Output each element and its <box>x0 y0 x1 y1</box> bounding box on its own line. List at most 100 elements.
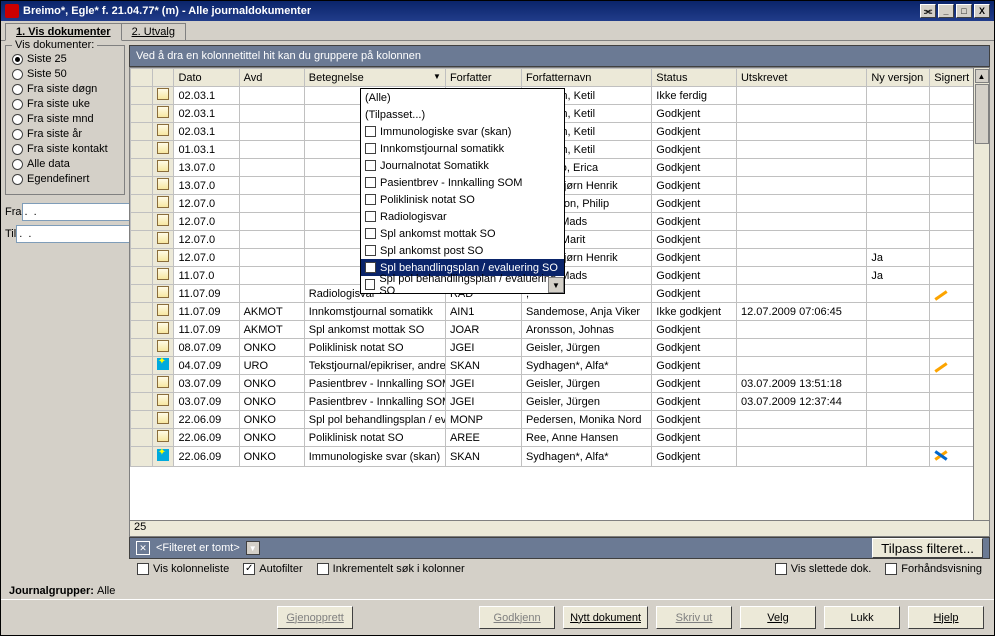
radio-alle-data[interactable]: Alle data <box>12 158 118 170</box>
skriv-ut-button[interactable]: Skriv ut <box>656 606 732 629</box>
document-icon <box>157 250 169 262</box>
row-indicator <box>131 285 153 303</box>
document-icon <box>157 214 169 226</box>
cell-utskrevet <box>736 429 866 447</box>
filter-option[interactable]: Journalnotat Somatikk <box>361 157 564 174</box>
table-row[interactable]: 03.07.09ONKOPasientbrev - Innkalling SOM… <box>131 393 989 411</box>
column-header-Ny versjon[interactable]: Ny versjon <box>867 69 930 87</box>
tilpass-filter-button[interactable]: Tilpass filteret... <box>872 538 983 558</box>
maximize-button[interactable]: □ <box>956 4 972 18</box>
table-row[interactable]: 11.07.09AKMOTSpl ankomst mottak SOJOARAr… <box>131 321 989 339</box>
cell-dato: 22.06.09 <box>174 411 239 429</box>
row-icon-cell <box>152 411 174 429</box>
radio-fra-siste-kontakt[interactable]: Fra siste kontakt <box>12 143 118 155</box>
cell-betegnelse: Spl ankomst mottak SO <box>304 321 445 339</box>
chk-autofilter[interactable]: ✓Autofilter <box>243 563 302 575</box>
table-row[interactable]: 22.06.09ONKOImmunologiske svar (skan)SKA… <box>131 447 989 467</box>
column-header-Forfatter[interactable]: Forfatter <box>445 69 521 87</box>
table-row[interactable]: 03.07.09ONKOPasientbrev - Innkalling SOM… <box>131 375 989 393</box>
group-by-bar[interactable]: Ved å dra en kolonnetittel hit kan du gr… <box>129 45 990 67</box>
cell-nyversjon <box>867 105 930 123</box>
filter-option[interactable]: Spl ankomst post SO <box>361 242 564 259</box>
radio-siste-25[interactable]: Siste 25 <box>12 53 118 65</box>
filter-dropdown-button[interactable]: ▼ <box>246 541 260 555</box>
chk-inkrementelt[interactable]: Inkrementelt søk i kolonner <box>317 563 465 575</box>
column-header-blank1[interactable] <box>152 69 174 87</box>
column-header-Status[interactable]: Status <box>652 69 737 87</box>
cell-nyversjon <box>867 177 930 195</box>
lukk-button[interactable]: Lukk <box>824 606 900 629</box>
filter-option[interactable]: (Alle) <box>361 89 564 106</box>
cell-utskrevet <box>736 141 866 159</box>
godkjenn-button[interactable]: Godkjenn <box>479 606 555 629</box>
close-button[interactable]: X <box>974 4 990 18</box>
column-header-Avd[interactable]: Avd <box>239 69 304 87</box>
table-row[interactable]: 04.07.09UROTekstjournal/epikriser, andre… <box>131 357 989 375</box>
row-icon-cell <box>152 393 174 411</box>
radio-fra-siste-r[interactable]: Fra siste år <box>12 128 118 140</box>
table-row[interactable]: 11.07.09AKMOTInnkomstjournal somatikkAIN… <box>131 303 989 321</box>
cell-status: Godkjent <box>652 159 737 177</box>
column-header-Forfatternavn[interactable]: Forfatternavn <box>521 69 651 87</box>
scroll-up-button[interactable]: ▲ <box>975 69 989 83</box>
hjelp-button[interactable]: Hjelp <box>908 606 984 629</box>
minimize-button[interactable]: _ <box>938 4 954 18</box>
column-header-blank0[interactable] <box>131 69 153 87</box>
radio-fra-siste-d-gn[interactable]: Fra siste døgn <box>12 83 118 95</box>
table-row[interactable]: 22.06.09ONKOPoliklinisk notat SOAREERee,… <box>131 429 989 447</box>
radio-siste-50[interactable]: Siste 50 <box>12 68 118 80</box>
pencil-icon <box>935 290 948 300</box>
column-header-Betegnelse[interactable]: Betegnelse▼ <box>304 69 445 87</box>
cell-nyversjon: Ja <box>867 249 930 267</box>
cell-status: Godkjent <box>652 177 737 195</box>
betegnelse-filter-dropdown[interactable]: (Alle)(Tilpasset...)Immunologiske svar (… <box>360 88 565 294</box>
cell-nyversjon <box>867 303 930 321</box>
cell-utskrevet <box>736 213 866 231</box>
row-indicator <box>131 393 153 411</box>
filter-arrow-icon[interactable]: ▼ <box>433 72 441 81</box>
filter-close-button[interactable]: ✕ <box>136 541 150 555</box>
row-indicator <box>131 159 153 177</box>
gjenopprett-button[interactable]: Gjenopprett <box>277 606 353 629</box>
cell-utskrevet <box>736 177 866 195</box>
filter-option[interactable]: Radiologisvar <box>361 208 564 225</box>
scroll-thumb[interactable] <box>975 84 989 144</box>
cell-dato: 04.07.09 <box>174 357 239 375</box>
cell-dato: 12.07.0 <box>174 231 239 249</box>
checkbox-icon <box>365 262 376 273</box>
filter-option[interactable]: Pasientbrev - Innkalling SOM <box>361 174 564 191</box>
column-header-Dato[interactable]: Dato <box>174 69 239 87</box>
radio-fra-siste-mnd[interactable]: Fra siste mnd <box>12 113 118 125</box>
row-icon-cell <box>152 249 174 267</box>
filter-option[interactable]: Immunologiske svar (skan) <box>361 123 564 140</box>
radio-egendefinert[interactable]: Egendefinert <box>12 173 118 185</box>
radio-fra-siste-uke[interactable]: Fra siste uke <box>12 98 118 110</box>
cell-nyversjon <box>867 231 930 249</box>
cell-utskrevet <box>736 357 866 375</box>
grid-vertical-scrollbar[interactable]: ▲ <box>973 68 989 520</box>
filter-option[interactable]: Spl pol behandlingsplan / evaluering SO <box>361 276 564 293</box>
cell-status: Godkjent <box>652 447 737 467</box>
cell-dato: 03.07.09 <box>174 375 239 393</box>
tab-utvalg[interactable]: 2. Utvalg <box>121 23 186 40</box>
document-icon <box>157 340 169 352</box>
pin-button[interactable]: ⫘ <box>920 4 936 18</box>
dropdown-scroll-down[interactable]: ▼ <box>548 277 564 293</box>
filter-option[interactable]: Spl ankomst mottak SO <box>361 225 564 242</box>
table-row[interactable]: 22.06.09ONKOSpl pol behandlingsplan / ev… <box>131 411 989 429</box>
cell-dato: 13.07.0 <box>174 177 239 195</box>
filter-option[interactable]: Innkomstjournal somatikk <box>361 140 564 157</box>
chk-forhandsvisning[interactable]: Forhåndsvisning <box>885 563 982 575</box>
cell-status: Godkjent <box>652 429 737 447</box>
chk-vis-kolonneliste[interactable]: Vis kolonneliste <box>137 563 229 575</box>
table-row[interactable]: 08.07.09ONKOPoliklinisk notat SOJGEIGeis… <box>131 339 989 357</box>
nytt-dokument-button[interactable]: Nytt dokument <box>563 606 648 629</box>
cell-nyversjon: Ja <box>867 267 930 285</box>
column-header-Utskrevet[interactable]: Utskrevet <box>736 69 866 87</box>
cell-forfatternavn: Geisler, Jürgen <box>521 339 651 357</box>
filter-option[interactable]: (Tilpasset...) <box>361 106 564 123</box>
cell-avd: ONKO <box>239 411 304 429</box>
velg-button[interactable]: Velg <box>740 606 816 629</box>
filter-option[interactable]: Poliklinisk notat SO <box>361 191 564 208</box>
chk-vis-slettede[interactable]: Vis slettede dok. <box>775 563 872 575</box>
